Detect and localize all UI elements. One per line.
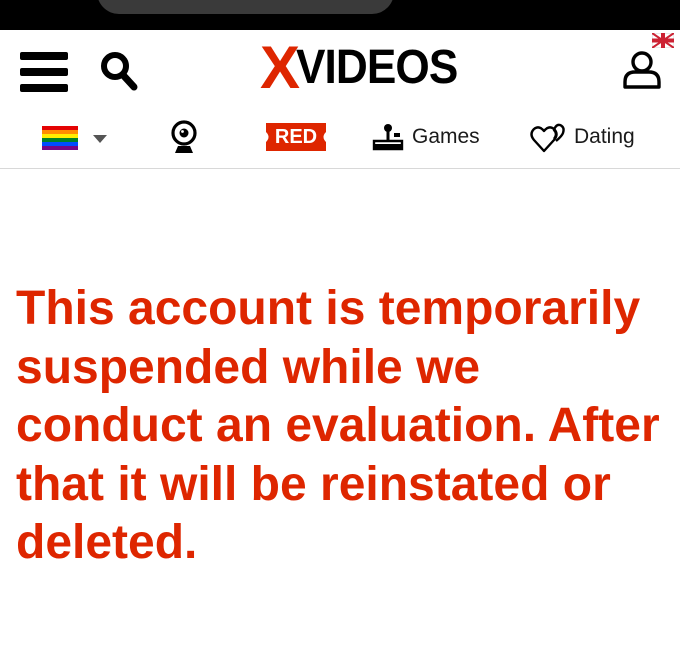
page: X VIDEOS RED Games Dating This account i… <box>0 0 680 653</box>
hearts-icon <box>530 123 565 153</box>
chevron-down-icon[interactable] <box>93 135 107 143</box>
games-label: Games <box>412 125 480 148</box>
account-suspended-message: This account is temporarily suspended wh… <box>16 282 660 569</box>
red-premium-link[interactable]: RED <box>266 123 326 151</box>
dating-link[interactable]: Dating <box>530 120 635 154</box>
search-icon[interactable] <box>99 50 139 92</box>
joystick-icon <box>372 124 404 151</box>
webcam-icon[interactable] <box>170 120 198 154</box>
rainbow-flag-icon[interactable] <box>42 126 78 150</box>
logo-x: X <box>260 34 300 101</box>
user-icon[interactable] <box>621 48 663 90</box>
site-logo[interactable]: X VIDEOS <box>260 34 471 101</box>
red-badge-label: RED <box>274 126 318 148</box>
site-header: X VIDEOS <box>0 30 680 106</box>
games-link[interactable]: Games <box>372 120 480 154</box>
device-status-bar <box>0 0 680 30</box>
logo-wordmark: VIDEOS <box>296 41 458 94</box>
uk-flag-icon[interactable] <box>651 32 675 49</box>
hamburger-menu-icon[interactable] <box>20 52 68 92</box>
category-nav: RED Games Dating <box>0 106 680 169</box>
dating-label: Dating <box>574 125 635 148</box>
device-notch <box>97 0 394 14</box>
